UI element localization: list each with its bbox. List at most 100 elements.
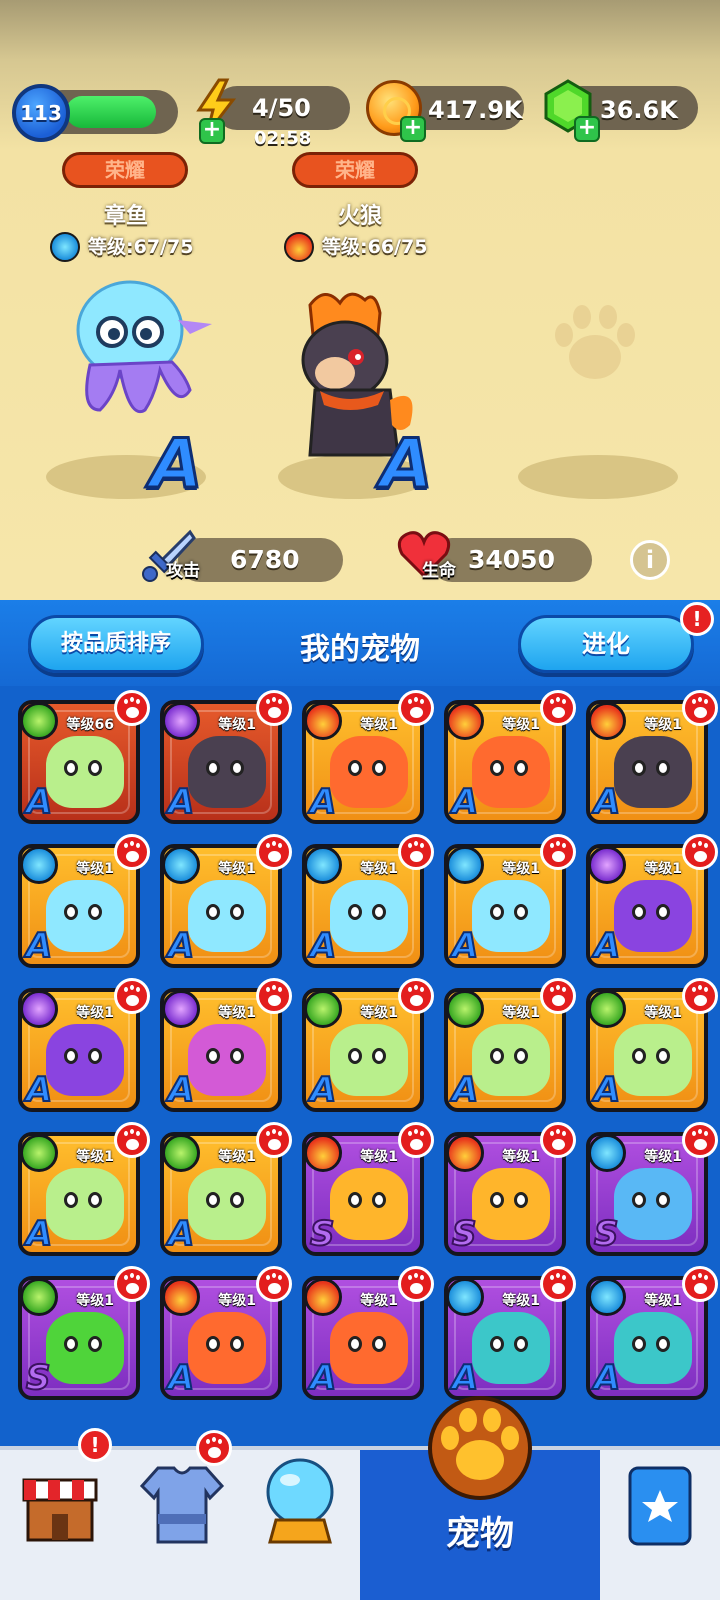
pet-level: 等级1: [218, 861, 256, 877]
pet-level: 等级1: [76, 1149, 114, 1165]
pet-eye: [632, 1048, 646, 1064]
evolve-button[interactable]: 进化: [518, 615, 694, 673]
paw-badge-icon: [196, 1430, 232, 1466]
plant-pet-sprite: [46, 1312, 124, 1384]
pet-eye: [514, 904, 528, 920]
leaf-icon: [448, 992, 484, 1028]
water-icon: [22, 848, 58, 884]
fire-icon: [164, 1280, 200, 1316]
pet-level: 等级1: [360, 717, 398, 733]
butterfly-pet-sprite: [46, 1168, 124, 1240]
pet-level: 等级1: [218, 1149, 256, 1165]
pet-level: 等级1: [218, 1293, 256, 1309]
pet-grade: A: [149, 424, 205, 506]
pet-eye: [206, 1048, 220, 1064]
pet-eye: [632, 1336, 646, 1352]
energy-add-icon[interactable]: +: [199, 118, 225, 144]
pet-grade: S: [451, 1213, 477, 1254]
pet-level: 等级1: [502, 1293, 540, 1309]
gold-add-icon[interactable]: +: [400, 116, 426, 142]
empty-slot-shadow: [518, 455, 678, 499]
gem-add-icon[interactable]: +: [574, 116, 600, 142]
pet-eye: [372, 1336, 386, 1352]
team-display-area: 113 + 4/50 02:58 + 417.9K + 36.6K 荣耀 章鱼 …: [0, 0, 720, 600]
evolve-alert-badge: !: [680, 602, 714, 636]
pet-eye: [64, 1336, 78, 1352]
paw-icon[interactable]: [420, 1390, 540, 1500]
pet-level: 等级1: [360, 1149, 398, 1165]
pet-grade: A: [379, 424, 435, 506]
thunder-icon: [590, 848, 626, 884]
leaf-icon: [590, 992, 626, 1028]
fire-icon: [306, 704, 342, 740]
paw-badge-icon: [398, 978, 434, 1014]
pet-grade: A: [25, 925, 53, 966]
fire-icon: [590, 704, 626, 740]
pet-grade: A: [451, 925, 479, 966]
pet-eye: [656, 904, 670, 920]
pet-eye: [490, 1336, 504, 1352]
pet-eye: [64, 760, 78, 776]
pet-eye: [490, 760, 504, 776]
turtle-pet-sprite: [472, 1312, 550, 1384]
pet-eye: [206, 760, 220, 776]
butterfly-pet-sprite: [472, 1024, 550, 1096]
octopus-pet-sprite: [472, 880, 550, 952]
pet-grade: A: [167, 925, 195, 966]
nav-label-pets: 宠物: [446, 1514, 514, 1554]
dragon-pet-sprite: [330, 1312, 408, 1384]
pet-eye: [490, 1048, 504, 1064]
empty-slot-paw-icon[interactable]: [550, 305, 640, 385]
pet-grade: A: [167, 1357, 195, 1398]
pet-grade: S: [309, 1213, 335, 1254]
water-icon: [590, 1280, 626, 1316]
pet-grade: A: [593, 781, 621, 822]
crystal-ball-icon[interactable]: [262, 1454, 338, 1548]
leaf-icon: [164, 1136, 200, 1172]
butterfly-pet-sprite: [46, 736, 124, 808]
pet-grid: 等级66 A 等级1 A 等级1 A 等级1 A 等级1 A 等级1 A 等级1 A 等级1 A 等级1 A 等级1…: [0, 686, 720, 1446]
pet-eye: [656, 1336, 670, 1352]
pet-eye: [88, 1336, 102, 1352]
paw-badge-icon: [114, 978, 150, 1014]
pet-eye: [64, 904, 78, 920]
pet-eye: [88, 904, 102, 920]
pet-eye: [64, 1192, 78, 1208]
pet-eye: [348, 760, 362, 776]
pet-tag: 荣耀: [62, 152, 188, 188]
water-icon: [590, 1136, 626, 1172]
pet-eye: [88, 1048, 102, 1064]
sort-by-quality-button[interactable]: 按品质排序: [28, 615, 204, 673]
pet-level: 等级1: [360, 861, 398, 877]
pet-name: 章鱼: [103, 204, 148, 229]
paw-badge-icon: [398, 1266, 434, 1302]
info-icon[interactable]: i: [630, 540, 670, 580]
pet-level: 等级1: [502, 861, 540, 877]
attack-value: 6780: [230, 545, 300, 574]
paw-badge-icon: [256, 690, 292, 726]
fire-icon: [306, 1136, 342, 1172]
shop-icon[interactable]: [20, 1466, 100, 1546]
paw-badge-icon: [114, 1122, 150, 1158]
fire-icon: [284, 232, 314, 262]
xp-fill: [66, 96, 156, 128]
paw-badge-icon: [114, 834, 150, 870]
paw-badge-icon: [398, 690, 434, 726]
pet-eye: [88, 1192, 102, 1208]
energy-count: 4/50: [252, 94, 311, 122]
pet-eye: [632, 1192, 646, 1208]
paw-badge-icon: [682, 690, 718, 726]
pet-eye: [230, 1192, 244, 1208]
fire-icon: [306, 1280, 342, 1316]
player-level-badge[interactable]: 113: [12, 84, 70, 142]
pet-eye: [206, 1192, 220, 1208]
pet-grade: A: [25, 1213, 53, 1254]
pet-eye: [490, 1192, 504, 1208]
armor-icon[interactable]: [138, 1462, 226, 1548]
thunder-icon: [22, 992, 58, 1028]
octopus-pet-sprite[interactable]: [60, 270, 220, 430]
pet-eye: [490, 904, 504, 920]
star-card-icon[interactable]: [626, 1464, 694, 1548]
mole-pet-sprite: [46, 1024, 124, 1096]
butterfly-pet-sprite: [330, 1024, 408, 1096]
